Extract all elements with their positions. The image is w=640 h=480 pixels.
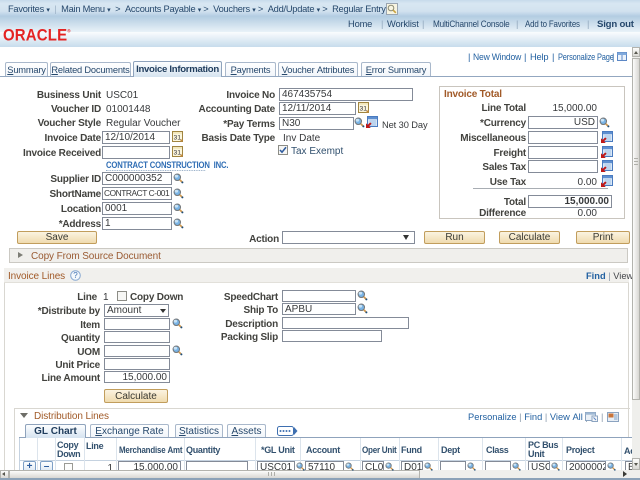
svg-text:31: 31 xyxy=(360,105,368,112)
svg-text:31: 31 xyxy=(174,149,182,156)
svg-text:?: ? xyxy=(73,271,78,280)
svg-text:31: 31 xyxy=(174,134,182,141)
